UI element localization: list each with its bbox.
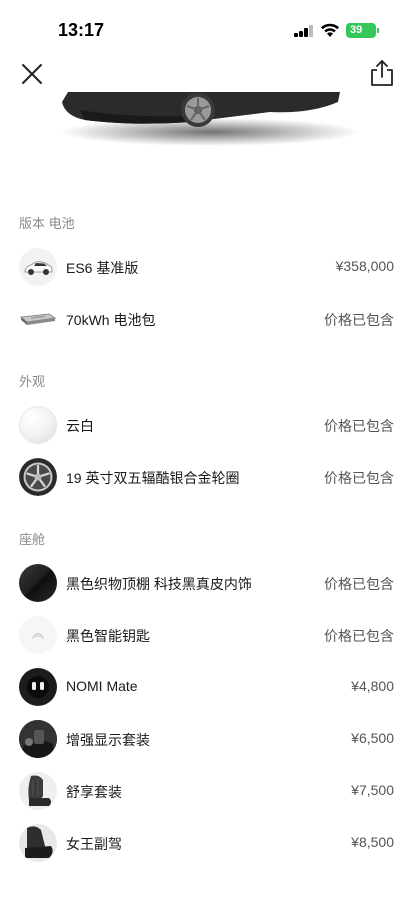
list-item-queen-passenger-seat[interactable]: 女王副驾 ¥8,500 (0, 821, 414, 867)
list-item-comfort-package[interactable]: 舒享套装 ¥7,500 (0, 769, 414, 815)
signal-icon (294, 25, 314, 37)
item-name: 70kWh 电池包 (66, 312, 156, 328)
interior-swatch-icon (19, 564, 57, 602)
seat-icon (19, 772, 57, 810)
item-name: 黑色织物顶棚 科技黑真皮内饰 (66, 576, 252, 592)
item-name: 增强显示套装 (66, 732, 150, 748)
status-time: 13:17 (58, 20, 105, 40)
list-item-wheels[interactable]: 19 英寸双五辐酷银合金轮圈 价格已包含 (0, 455, 414, 501)
configuration-summary-page: 13:17 39 版本 电池 ES6 基准版 ¥358,000 70kWh 电池… (0, 0, 414, 900)
item-price: 价格已包含 (324, 470, 394, 486)
display-icon (19, 720, 57, 758)
item-name: 云白 (66, 418, 94, 434)
list-item-display-package[interactable]: 增强显示套装 ¥6,500 (0, 717, 414, 763)
list-item-es6-base[interactable]: ES6 基准版 ¥358,000 (0, 245, 414, 291)
list-item-battery-pack[interactable]: 70kWh 电池包 价格已包含 (0, 297, 414, 343)
item-name: ES6 基准版 (66, 260, 139, 276)
passenger-seat-icon (19, 824, 57, 862)
wheel-icon (19, 458, 57, 496)
smart-key-icon (19, 616, 57, 654)
item-price: 价格已包含 (324, 418, 394, 434)
item-name: 舒享套装 (66, 784, 122, 800)
item-price: ¥4,800 (351, 678, 394, 694)
item-name: NOMI Mate (66, 678, 138, 694)
item-name: 黑色智能钥匙 (66, 628, 150, 644)
section-title-exterior: 外观 (19, 374, 46, 389)
battery-pack-icon (19, 300, 57, 338)
share-icon[interactable] (368, 58, 396, 88)
item-price: ¥358,000 (335, 258, 394, 274)
paint-swatch-icon (19, 406, 57, 444)
list-item-paint-cloud-white[interactable]: 云白 价格已包含 (0, 403, 414, 449)
item-price: ¥6,500 (351, 730, 394, 746)
item-price: ¥7,500 (351, 782, 394, 798)
nomi-icon (19, 668, 57, 706)
list-item-nomi-mate[interactable]: NOMI Mate ¥4,800 (0, 665, 414, 711)
item-price: 价格已包含 (324, 628, 394, 644)
close-icon[interactable] (18, 60, 46, 88)
list-item-smart-key[interactable]: 黑色智能钥匙 价格已包含 (0, 613, 414, 659)
section-title-version-battery: 版本 电池 (19, 216, 75, 231)
item-name: 19 英寸双五辐酷银合金轮圈 (66, 470, 240, 486)
section-title-cabin: 座舱 (19, 532, 46, 547)
list-item-interior[interactable]: 黑色织物顶棚 科技黑真皮内饰 价格已包含 (0, 561, 414, 607)
item-price: 价格已包含 (324, 576, 394, 592)
battery-icon: 39 (346, 23, 379, 38)
item-name: 女王副驾 (66, 836, 122, 852)
item-price: ¥8,500 (351, 834, 394, 850)
car-icon (19, 248, 57, 286)
battery-level: 39 (350, 24, 363, 36)
item-price: 价格已包含 (324, 312, 394, 328)
car-image (60, 92, 360, 146)
wifi-icon (321, 23, 339, 37)
status-bar: 13:17 39 (0, 0, 414, 54)
